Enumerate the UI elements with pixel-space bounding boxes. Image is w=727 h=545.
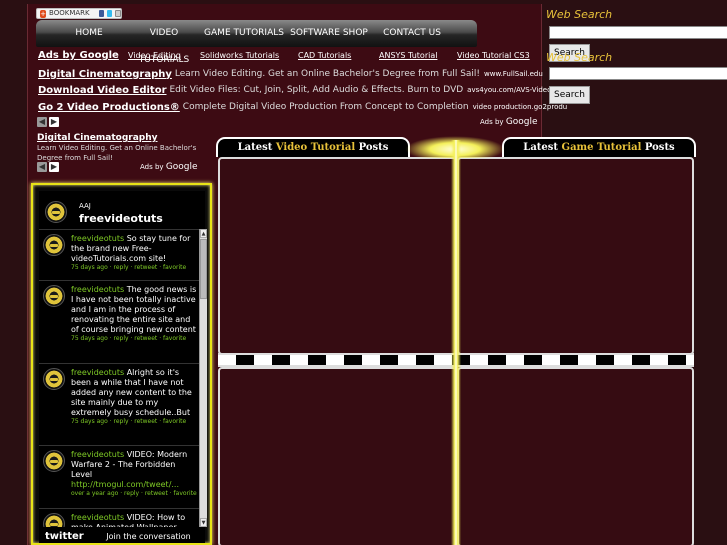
web-search-input[interactable] xyxy=(549,67,727,80)
google-logo: Google xyxy=(165,162,198,172)
ad-description: Learn Video Editing. Get an Online Bache… xyxy=(174,69,481,79)
ads-by-google-label[interactable]: Ads by Google xyxy=(140,162,198,172)
tweet: freevideotuts Alright so it's been a whi… xyxy=(39,363,199,444)
next-arrow-icon[interactable]: ▶ xyxy=(49,162,59,172)
bookmark-label: BOOKMARK xyxy=(49,9,90,17)
sidebar-ad: Digital Cinematography Learn Video Editi… xyxy=(37,133,207,163)
ad-links-bar: Ads by Google Video Editing Solidworks T… xyxy=(38,50,538,65)
avatar[interactable] xyxy=(43,368,65,390)
text-ad: Digital Cinematography Learn Video Editi… xyxy=(38,67,543,81)
tab-text: Latest xyxy=(523,142,562,153)
plus-icon: + xyxy=(40,9,47,18)
ad-title[interactable]: Go 2 Video Productions® xyxy=(38,102,180,113)
twitter-account-name[interactable]: freevideotuts xyxy=(79,212,163,225)
glow-divider xyxy=(451,140,461,545)
nav-video-tutorials[interactable]: VIDEO TUTORIALS xyxy=(124,20,204,65)
bookmark-button[interactable]: + BOOKMARK xyxy=(36,8,122,19)
ad-pager: ◀ ▶ xyxy=(37,117,59,127)
game-posts-panel-lower xyxy=(457,367,694,545)
join-conversation-link[interactable]: Join the conversation xyxy=(106,532,190,541)
text-ad: Go 2 Video Productions® Complete Digital… xyxy=(38,100,567,114)
sidebar-ad-desc: Learn Video Editing. Get an Online Bache… xyxy=(37,144,197,162)
ad-link-cad[interactable]: CAD Tutorials xyxy=(298,51,351,60)
tab-text: Posts xyxy=(641,142,675,153)
scroll-up-icon[interactable]: ▲ xyxy=(200,229,207,238)
web-search-button[interactable]: Search xyxy=(549,86,590,104)
tweet-list: freevideotuts So stay tune for the brand… xyxy=(39,229,199,527)
tab-text: Posts xyxy=(355,142,389,153)
tweet-link[interactable]: http://tmogul.com/tweet/... xyxy=(71,480,197,490)
ad-link-video-cs3[interactable]: Video Tutorial CS3 xyxy=(457,51,530,60)
nav-game-tutorials[interactable]: GAME TUTORIALS xyxy=(204,20,284,47)
text-ad: Download Video Editor Edit Video Files: … xyxy=(38,83,563,97)
nav-software-shop[interactable]: SOFTWARE SHOP xyxy=(289,20,369,47)
game-posts-panel xyxy=(457,157,694,355)
ad-title[interactable]: Digital Cinematography xyxy=(38,69,172,80)
prev-arrow-icon[interactable]: ◀ xyxy=(37,117,47,127)
next-arrow-icon[interactable]: ▶ xyxy=(49,117,59,127)
avatar[interactable] xyxy=(45,201,67,223)
prev-arrow-icon[interactable]: ◀ xyxy=(37,162,47,172)
tweet-user[interactable]: freevideotuts xyxy=(71,234,124,243)
ad-description: Edit Video Files: Cut, Join, Split, Add … xyxy=(169,85,464,95)
facebook-icon[interactable] xyxy=(98,10,104,17)
web-search-input[interactable] xyxy=(549,26,727,39)
ad-title[interactable]: Download Video Editor xyxy=(38,85,167,96)
web-search-title: Web Search xyxy=(546,8,613,21)
tweet-scrollbar[interactable]: ▲ ▼ xyxy=(199,229,207,527)
ad-link-video-editing[interactable]: Video Editing xyxy=(128,51,181,60)
avatar[interactable] xyxy=(43,285,65,307)
ads-by-google-link[interactable]: Ads by Google xyxy=(38,50,119,61)
scroll-thumb[interactable] xyxy=(200,239,207,299)
google-logo: Google xyxy=(505,117,538,127)
twitter-logo[interactable]: twitter xyxy=(45,531,84,542)
web-search-title: Web Search xyxy=(546,51,613,64)
email-icon[interactable] xyxy=(115,10,121,17)
twitter-widget: AAJ freevideotuts freevideotuts So stay … xyxy=(31,183,212,545)
ads-by-prefix: Ads by xyxy=(140,163,164,171)
tweet-meta[interactable]: 75 days ago · reply · retweet · favorite xyxy=(71,264,197,272)
ad-url[interactable]: www.FullSail.edu xyxy=(484,70,543,78)
tweet-user[interactable]: freevideotuts xyxy=(71,450,124,459)
avatar[interactable] xyxy=(43,450,65,472)
twitter-footer: twitter Join the conversation xyxy=(45,531,191,542)
tweet: freevideotuts VIDEO: Modern Warfare 2 - … xyxy=(39,445,199,507)
ad-url[interactable]: video production.go2produ xyxy=(473,103,568,111)
ads-by-prefix: Ads by xyxy=(480,118,504,126)
nav-contact-us[interactable]: CONTACT US xyxy=(372,20,452,47)
latest-video-posts-tab: Latest Video Tutorial Posts xyxy=(216,137,410,157)
ads-by-google-label[interactable]: Ads by Google xyxy=(480,117,538,127)
sidebar-ad-title[interactable]: Digital Cinematography xyxy=(37,133,207,143)
tweet-meta[interactable]: 75 days ago · reply · retweet · favorite xyxy=(71,418,197,426)
ad-description: Complete Digital Video Production From C… xyxy=(182,102,469,112)
avatar[interactable] xyxy=(43,234,65,256)
avatar[interactable] xyxy=(43,513,65,527)
twitter-account-label: AAJ xyxy=(79,202,91,210)
twitter-widget-body: AAJ freevideotuts freevideotuts So stay … xyxy=(39,191,207,543)
scroll-down-icon[interactable]: ▼ xyxy=(200,518,207,527)
tweet-meta[interactable]: over a year ago · reply · retweet · favo… xyxy=(71,490,197,498)
ad-link-solidworks[interactable]: Solidworks Tutorials xyxy=(200,51,279,60)
ad-link-ansys[interactable]: ANSYS Tutorial xyxy=(379,51,437,60)
video-posts-panel-lower xyxy=(218,367,457,545)
tweet: freevideotuts VIDEO: How to make Animate… xyxy=(39,508,199,527)
tweet-user[interactable]: freevideotuts xyxy=(71,368,124,377)
nav-home[interactable]: HOME xyxy=(56,20,122,47)
tab-text: Latest xyxy=(237,142,276,153)
tweet-meta[interactable]: 75 days ago · reply · retweet · favorite xyxy=(71,335,197,343)
tweet-user[interactable]: freevideotuts xyxy=(71,285,124,294)
sidebar-ad-pager: ◀ ▶ xyxy=(37,162,59,172)
latest-game-posts-tab: Latest Game Tutorial Posts xyxy=(502,137,696,157)
tweet: freevideotuts So stay tune for the brand… xyxy=(39,229,199,279)
main-nav: HOME VIDEO TUTORIALS GAME TUTORIALS SOFT… xyxy=(36,20,477,65)
tweet: freevideotuts The good news is I have no… xyxy=(39,280,199,362)
tab-highlight: Video Tutorial xyxy=(275,142,356,153)
tweet-user[interactable]: freevideotuts xyxy=(71,513,124,522)
video-posts-panel xyxy=(218,157,457,355)
twitter-icon[interactable] xyxy=(106,10,113,17)
tab-highlight: Game Tutorial xyxy=(561,142,642,153)
